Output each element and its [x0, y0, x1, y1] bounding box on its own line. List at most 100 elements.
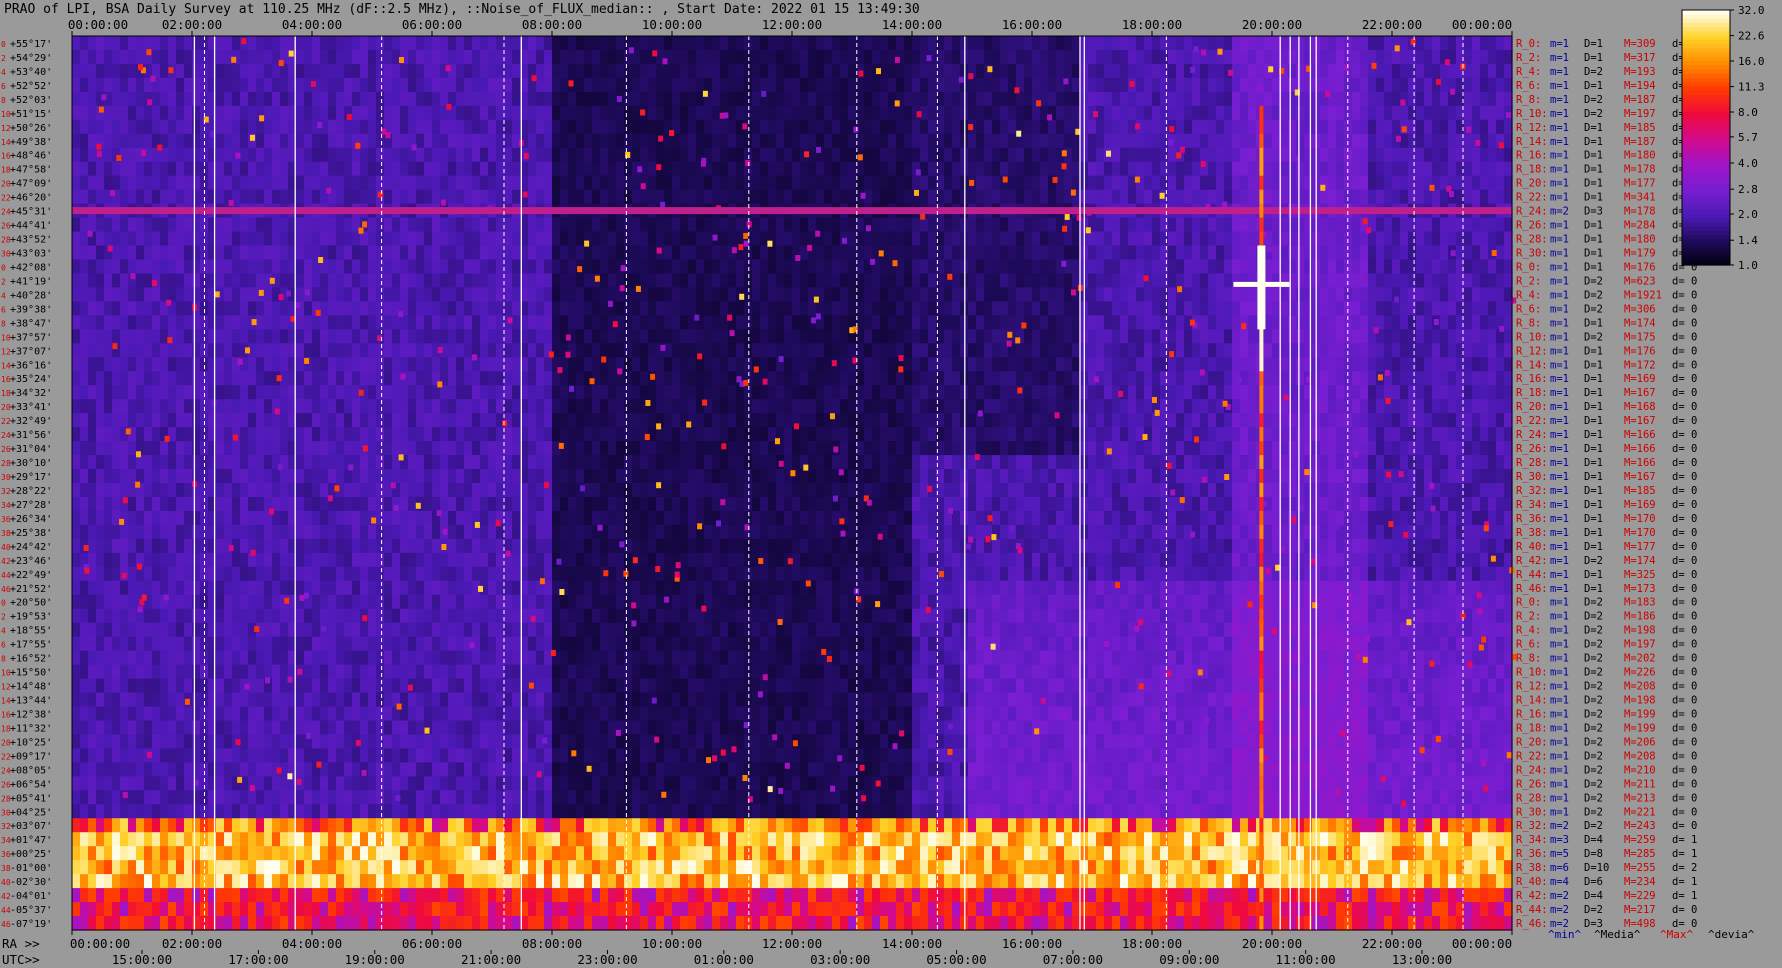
heatmap-cell	[896, 217, 905, 233]
heatmap-cell	[1360, 175, 1369, 191]
heatmap-cell	[1304, 357, 1313, 372]
heatmap-cell	[768, 133, 777, 149]
heatmap-cell	[1296, 36, 1305, 51]
heatmap-cell	[904, 273, 913, 289]
heatmap-cell	[704, 371, 713, 386]
heatmap-cell	[1336, 385, 1345, 400]
heatmap-cell	[224, 63, 233, 79]
heatmap-cell	[824, 259, 833, 275]
heatmap-cell	[496, 315, 505, 330]
heatmap-cell	[592, 161, 601, 177]
heatmap-cell	[416, 245, 425, 261]
heatmap-cell	[824, 245, 833, 261]
heatmap-cell	[464, 161, 473, 177]
heatmap-cell	[768, 161, 777, 177]
heatmap-cell	[1432, 105, 1441, 121]
heatmap-cell	[272, 91, 281, 107]
heatmap-cell	[944, 413, 953, 428]
heatmap-cell	[504, 161, 513, 177]
heatmap-cell	[176, 273, 185, 289]
heatmap-cell	[1240, 161, 1249, 177]
heatmap-cell	[1304, 105, 1313, 121]
heatmap-cell	[1192, 105, 1201, 121]
heatmap-cell	[824, 231, 833, 247]
heatmap-cell	[952, 343, 961, 358]
heatmap-cell	[408, 315, 417, 330]
heatmap-cell	[920, 385, 929, 400]
heatmap-cell	[1040, 217, 1049, 233]
heatmap-cell	[592, 133, 601, 149]
heatmap-cell	[456, 357, 465, 372]
heatmap-cell	[600, 287, 609, 303]
heatmap-cell	[320, 329, 329, 344]
heatmap-cell	[864, 329, 873, 344]
heatmap-cell	[1160, 259, 1169, 275]
heatmap-cell	[696, 119, 705, 135]
heatmap-cell	[504, 357, 513, 372]
heatmap-cell	[1032, 217, 1041, 233]
heatmap-cell	[232, 371, 241, 386]
heatmap-cell	[1360, 231, 1369, 247]
heatmap-cell	[912, 133, 921, 149]
heatmap-cell	[1248, 105, 1257, 121]
heatmap-cell	[640, 217, 649, 233]
heatmap-cell	[1000, 217, 1009, 233]
heatmap-cell	[792, 385, 801, 400]
heatmap-cell	[984, 189, 993, 205]
heatmap-cell	[272, 231, 281, 247]
heatmap-cell	[704, 217, 713, 233]
heatmap-cell	[1152, 245, 1161, 261]
heatmap-cell	[216, 49, 225, 65]
heatmap-cell	[1120, 357, 1129, 372]
heatmap-cell	[1248, 357, 1257, 372]
heatmap-cell	[232, 161, 241, 177]
heatmap-cell	[776, 91, 785, 107]
heatmap-cell	[1112, 105, 1121, 121]
heatmap-cell	[808, 36, 817, 51]
heatmap-cell	[1120, 189, 1129, 205]
heatmap-cell	[192, 371, 201, 386]
heatmap-cell	[720, 231, 729, 247]
heatmap-cell	[88, 413, 97, 428]
heatmap-cell	[840, 273, 849, 289]
heatmap-cell	[1496, 287, 1505, 303]
heatmap-cell	[968, 147, 977, 163]
heatmap-cell	[968, 343, 977, 358]
heatmap-cell	[1152, 357, 1161, 372]
heatmap-cell	[336, 119, 345, 135]
heatmap-cell	[688, 217, 697, 233]
heatmap-cell	[1176, 259, 1185, 275]
heatmap-cell	[1016, 399, 1025, 414]
heatmap-cell	[760, 343, 769, 358]
heatmap-cell	[1056, 245, 1065, 261]
heatmap-cell	[1088, 77, 1097, 93]
heatmap-cell	[376, 343, 385, 358]
heatmap-cell	[264, 301, 273, 316]
heatmap-cell	[192, 189, 201, 205]
heatmap-cell	[1168, 245, 1177, 261]
heatmap-cell	[1176, 189, 1185, 205]
heatmap-cell	[296, 231, 305, 247]
heatmap-cell	[400, 175, 409, 191]
heatmap-cell	[184, 36, 193, 51]
heatmap-cell	[312, 273, 321, 289]
heatmap-cell	[880, 287, 889, 303]
heatmap-cell	[344, 399, 353, 414]
heatmap-cell	[472, 301, 481, 316]
heatmap-cell	[152, 91, 161, 107]
heatmap-cell	[280, 245, 289, 261]
heatmap-cell	[752, 63, 761, 79]
heatmap-cell	[1072, 371, 1081, 386]
heatmap-cell	[1472, 217, 1481, 233]
heatmap-cell	[712, 91, 721, 107]
heatmap-cell	[768, 343, 777, 358]
heatmap-cell	[384, 343, 393, 358]
heatmap-cell	[512, 91, 521, 107]
heatmap-cell	[344, 91, 353, 107]
heatmap-cell	[784, 385, 793, 400]
heatmap-cell	[256, 175, 265, 191]
heatmap-cell	[168, 231, 177, 247]
heatmap-cell	[216, 161, 225, 177]
heatmap-cell	[1496, 49, 1505, 65]
heatmap-cell	[416, 105, 425, 121]
